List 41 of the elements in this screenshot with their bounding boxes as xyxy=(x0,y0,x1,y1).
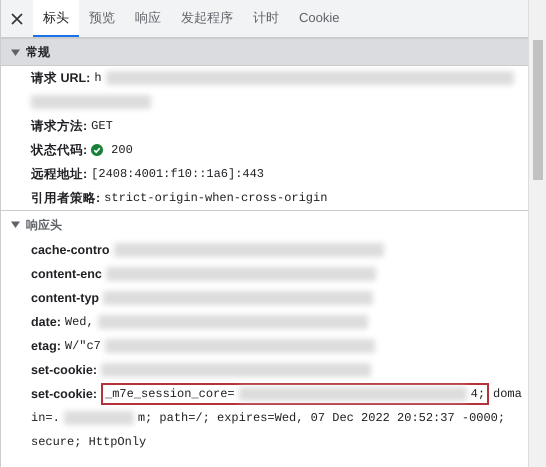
tab[interactable]: 预览 xyxy=(79,0,125,37)
header-name: content-enc xyxy=(31,266,102,283)
scrollbar-thumb[interactable] xyxy=(532,40,542,180)
header-value: in=. xyxy=(31,410,60,427)
header-value: _m7e_session_core= xyxy=(105,386,235,403)
redaction-blur xyxy=(64,411,134,425)
tab[interactable]: 计时 xyxy=(243,0,289,37)
header-value: strict-origin-when-cross-origin xyxy=(104,190,328,207)
header-value: secure; HttpOnly xyxy=(31,434,146,451)
triangle-icon xyxy=(11,48,20,56)
header-value: 4; xyxy=(470,386,486,403)
tab[interactable]: 发起程序 xyxy=(171,0,243,37)
section-header[interactable]: 常规 xyxy=(1,38,528,66)
header-name: set-cookie: xyxy=(31,362,97,379)
header-name: content-typ xyxy=(31,290,100,307)
header-name: etag: xyxy=(31,338,61,355)
header-name: 请求方法: xyxy=(31,118,88,135)
header-value: h xyxy=(94,70,102,87)
header-name: 远程地址: xyxy=(31,166,88,183)
header-value: W/"c7 xyxy=(64,338,101,355)
header-name: date: xyxy=(31,314,61,331)
header-value: doma xyxy=(493,386,522,403)
tab[interactable]: Cookie xyxy=(289,0,350,37)
header-value: Wed, xyxy=(64,314,94,331)
header-name: 状态代码: xyxy=(31,142,88,159)
header-value: m; path=/; expires=Wed, 07 Dec 2022 20:52:37 -0000; xyxy=(138,410,506,427)
header-name: 请求 URL: xyxy=(31,70,90,87)
section-title: 响应头 xyxy=(26,216,62,234)
tab[interactable]: 响应 xyxy=(125,0,171,37)
status-ok-icon xyxy=(91,144,104,156)
section-title: 常规 xyxy=(26,44,50,61)
header-value: GET xyxy=(91,118,113,135)
header-name: cache-contro xyxy=(31,242,110,259)
close-icon xyxy=(11,12,23,24)
triangle-icon xyxy=(11,220,20,229)
tab[interactable]: 标头 xyxy=(33,0,79,37)
header-value: 200 xyxy=(111,142,133,159)
header-name: 引用者策略: xyxy=(31,190,100,207)
header-name: set-cookie: xyxy=(31,386,97,403)
header-value: [2408:4001:f10::1a6]:443 xyxy=(91,166,264,183)
scrollbar[interactable] xyxy=(528,0,546,467)
